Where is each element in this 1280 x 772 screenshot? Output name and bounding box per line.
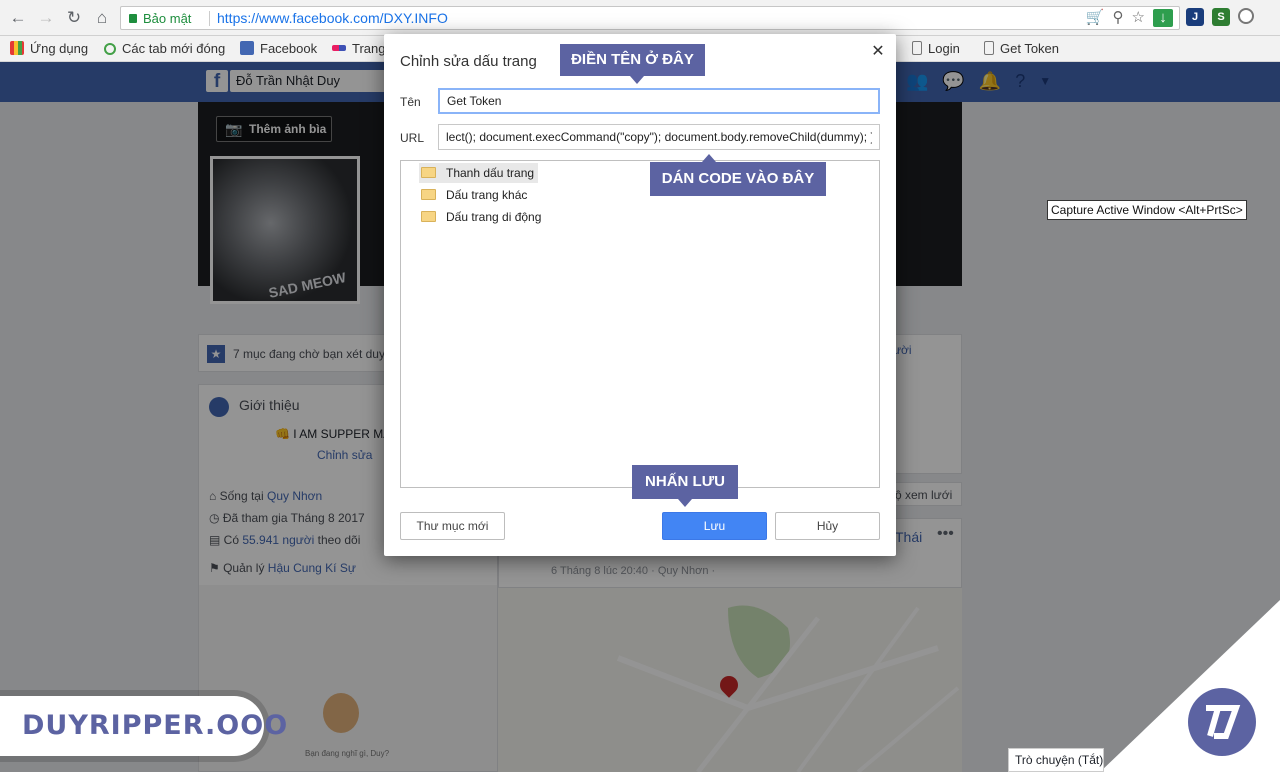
history-icon xyxy=(104,43,116,55)
bookmark-facebook[interactable]: Facebook xyxy=(240,40,317,58)
divider xyxy=(209,11,210,26)
extensions: J S xyxy=(1186,8,1254,26)
brand-watermark: DUYRIPPER.OOO xyxy=(0,696,287,756)
folder-bookmarks-bar[interactable]: Thanh dấu trang xyxy=(419,163,539,183)
brand-logo-corner xyxy=(1100,600,1280,772)
save-button[interactable]: Lưu xyxy=(662,512,767,540)
browser-toolbar: ← → ↻ ⌂ Bảo mật https://www.facebook.com… xyxy=(0,0,1280,36)
cancel-button[interactable]: Hủy xyxy=(775,512,880,540)
download-icon[interactable]: ↓ xyxy=(1153,9,1173,27)
address-bar[interactable]: Bảo mật https://www.facebook.com/DXY.INF… xyxy=(120,6,1180,30)
back-icon[interactable]: ← xyxy=(8,8,28,28)
callout-pointer xyxy=(702,154,716,162)
folder-other-bookmarks[interactable]: Dấu trang khác xyxy=(419,185,531,205)
dialog-title: Chỉnh sửa dấu trang xyxy=(400,53,537,70)
url-label: URL xyxy=(400,131,425,145)
extension-j-icon[interactable]: J xyxy=(1186,8,1204,26)
cart-icon[interactable]: 🛒 xyxy=(1086,9,1105,27)
brand-text: DUYRIPPER.OOO xyxy=(22,710,289,741)
capture-tooltip: Capture Active Window <Alt+PrtSc> xyxy=(1047,200,1247,220)
page-icon xyxy=(984,41,994,55)
home-icon[interactable]: ⌂ xyxy=(92,8,112,28)
callout-pointer xyxy=(630,76,644,84)
bookmark-login[interactable]: Login xyxy=(912,40,960,58)
reload-icon[interactable]: ↻ xyxy=(64,8,84,28)
callout-pointer xyxy=(678,499,692,507)
bookmark-recent-tabs[interactable]: Các tab mới đóng xyxy=(104,40,225,58)
flickr-icon xyxy=(332,45,346,51)
url-text[interactable]: https://www.facebook.com/DXY.INFO xyxy=(217,10,448,26)
bookmark-get-token[interactable]: Get Token xyxy=(984,40,1059,58)
name-label: Tên xyxy=(400,95,421,109)
folder-icon xyxy=(421,189,436,200)
apps-grid-icon xyxy=(10,41,24,55)
extension-s-icon[interactable]: S xyxy=(1212,8,1230,26)
lock-icon xyxy=(129,14,137,23)
folder-mobile-bookmarks[interactable]: Dấu trang di động xyxy=(419,207,545,227)
url-input[interactable] xyxy=(438,124,880,150)
forward-icon[interactable]: → xyxy=(36,8,56,28)
folder-icon xyxy=(421,167,436,178)
name-hint-callout: ĐIỀN TÊN Ở ĐÂY xyxy=(560,44,705,76)
code-hint-callout: DÁN CODE VÀO ĐÂY xyxy=(650,162,826,196)
profile-icon[interactable] xyxy=(1238,8,1254,24)
folder-icon xyxy=(421,211,436,222)
bookmark-apps[interactable]: Ứng dụng xyxy=(10,40,88,58)
chat-tab[interactable]: Trò chuyện (Tắt) xyxy=(1008,748,1104,772)
facebook-icon xyxy=(240,41,254,55)
bookmark-trang[interactable]: Trang xyxy=(332,40,385,58)
close-icon[interactable]: ✕ xyxy=(868,42,888,62)
secure-indicator[interactable]: Bảo mật xyxy=(129,11,191,26)
omnibox-actions: 🛒 ⚲ ☆ ↓ xyxy=(1086,9,1173,27)
folder-tree[interactable]: Thanh dấu trang Dấu trang khác Dấu trang… xyxy=(400,160,880,488)
star-icon[interactable]: ☆ xyxy=(1132,9,1145,27)
new-folder-button[interactable]: Thư mục mới xyxy=(400,512,505,540)
save-hint-callout: NHẤN LƯU xyxy=(632,465,738,499)
page-icon xyxy=(912,41,922,55)
name-input[interactable] xyxy=(438,88,880,114)
zoom-icon[interactable]: ⚲ xyxy=(1113,9,1124,27)
